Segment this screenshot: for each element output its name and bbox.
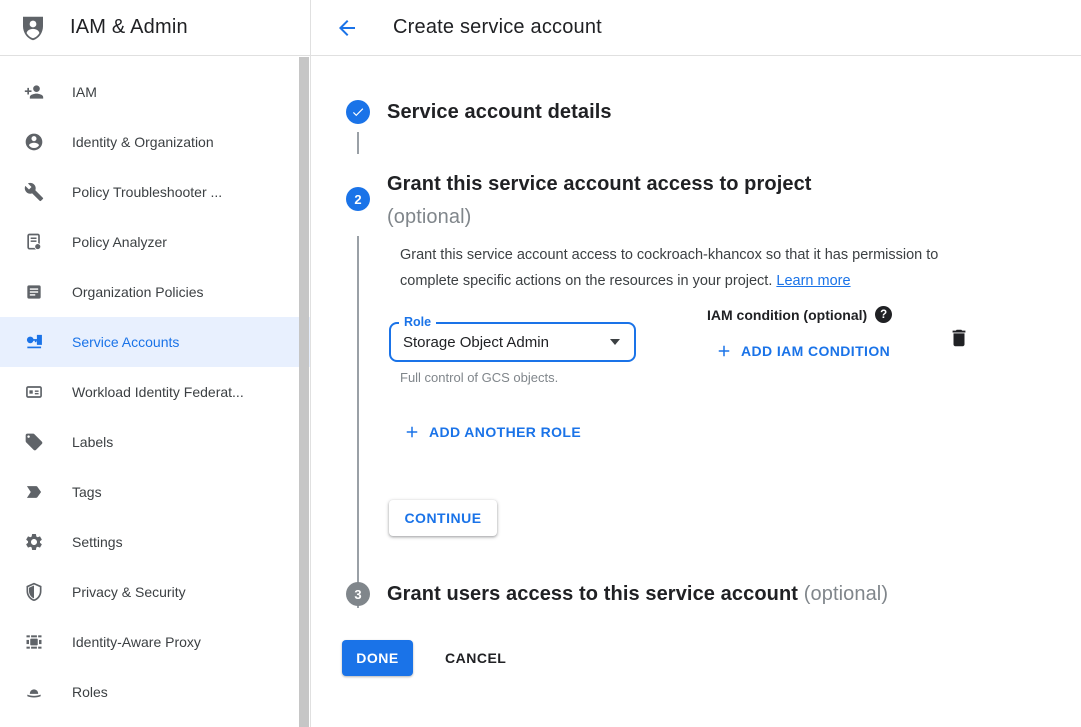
help-icon[interactable]: ?: [875, 306, 892, 323]
step3-number-circle: 3: [346, 582, 370, 606]
app-title: IAM & Admin: [70, 16, 188, 39]
sidebar-item-label: Organization Policies: [72, 284, 204, 300]
roles-hat-icon: [24, 682, 44, 702]
sidebar-item-identity-organization[interactable]: Identity & Organization: [0, 117, 310, 167]
page-title: Create service account: [393, 16, 602, 39]
wrench-icon: [24, 182, 44, 202]
sidebar-item-service-accounts[interactable]: Service Accounts: [0, 317, 310, 367]
step2-number-circle: 2: [346, 187, 370, 211]
done-button[interactable]: DONE: [342, 640, 413, 676]
add-iam-condition-button[interactable]: ADD IAM CONDITION: [715, 342, 890, 360]
sidebar-item-label: IAM: [72, 84, 97, 100]
main-panel: Create service account Service account d…: [311, 0, 1081, 727]
iam-condition-label: IAM condition (optional): [707, 307, 867, 323]
sidebar-item-workload-identity-federation[interactable]: Workload Identity Federat...: [0, 367, 310, 417]
check-icon: [351, 105, 365, 119]
tag-icon: [24, 482, 44, 502]
role-selected-value: Storage Object Admin: [391, 334, 610, 351]
service-accounts-icon: [24, 332, 44, 352]
step2-title-text: Grant this service account access to pro…: [387, 173, 812, 195]
sidebar-item-tags[interactable]: Tags: [0, 467, 310, 517]
iam-admin-shield-icon: [18, 13, 48, 43]
step3-title-text: Grant users access to this service accou…: [387, 583, 798, 605]
sidebar-item-label: Tags: [72, 484, 102, 500]
iam-admin-page: IAM & Admin IAM Identity & Organization …: [0, 0, 1081, 727]
account-circle-icon: [24, 132, 44, 152]
sidebar-header: IAM & Admin: [0, 0, 310, 56]
step3-number: 3: [354, 587, 361, 602]
step1-complete-check-circle: [346, 100, 370, 124]
add-iam-condition-label: ADD IAM CONDITION: [741, 343, 890, 359]
sidebar-scrollbar[interactable]: [299, 57, 309, 727]
step-connector: [357, 236, 359, 608]
role-field-label: Role: [399, 315, 436, 329]
shield-icon: [24, 582, 44, 602]
sidebar-item-label: Labels: [72, 434, 113, 450]
learn-more-link[interactable]: Learn more: [776, 273, 850, 289]
sidebar-item-identity-aware-proxy[interactable]: Identity-Aware Proxy: [0, 617, 310, 667]
back-button[interactable]: [335, 16, 359, 40]
step2-optional-text: (optional): [387, 206, 471, 228]
plus-icon: [715, 342, 733, 360]
role-helper-text: Full control of GCS objects.: [400, 370, 558, 385]
sidebar-item-label: Privacy & Security: [72, 584, 186, 600]
main-header: Create service account: [311, 0, 1081, 56]
sidebar-item-label: Roles: [72, 684, 108, 700]
sidebar-item-label: Policy Analyzer: [72, 234, 167, 250]
back-arrow-icon: [335, 16, 359, 40]
iam-condition-header: IAM condition (optional) ?: [707, 306, 892, 323]
create-service-account-form: Service account details 2 Grant this ser…: [311, 56, 1081, 727]
sidebar-item-label: Settings: [72, 534, 123, 550]
workload-identity-icon: [24, 382, 44, 402]
proxy-icon: [24, 632, 44, 652]
sidebar-item-label: Service Accounts: [72, 334, 179, 350]
label-icon: [24, 432, 44, 452]
sidebar-item-label: Policy Troubleshooter ...: [72, 184, 222, 200]
sidebar-item-privacy-security[interactable]: Privacy & Security: [0, 567, 310, 617]
add-another-role-button[interactable]: ADD ANOTHER ROLE: [403, 423, 581, 441]
sidebar-item-iam[interactable]: IAM: [0, 67, 310, 117]
sidebar: IAM & Admin IAM Identity & Organization …: [0, 0, 311, 727]
step2-title: Grant this service account access to pro…: [387, 168, 1007, 234]
trash-icon: [948, 327, 970, 349]
sidebar-item-roles[interactable]: Roles: [0, 667, 310, 717]
cancel-button[interactable]: CANCEL: [429, 640, 522, 676]
step-connector: [357, 132, 359, 154]
plus-icon: [403, 423, 421, 441]
step1-title: Service account details: [387, 96, 612, 129]
role-select[interactable]: Role Storage Object Admin: [389, 322, 636, 362]
gear-icon: [24, 532, 44, 552]
sidebar-item-settings[interactable]: Settings: [0, 517, 310, 567]
step2-description: Grant this service account access to coc…: [400, 242, 988, 294]
sidebar-item-policy-analyzer[interactable]: Policy Analyzer: [0, 217, 310, 267]
delete-role-button[interactable]: [945, 324, 973, 352]
sidebar-item-policy-troubleshooter[interactable]: Policy Troubleshooter ...: [0, 167, 310, 217]
add-another-role-label: ADD ANOTHER ROLE: [429, 424, 581, 440]
sidebar-item-label: Identity & Organization: [72, 134, 214, 150]
sidebar-item-organization-policies[interactable]: Organization Policies: [0, 267, 310, 317]
person-add-icon: [24, 82, 44, 102]
dropdown-arrow-icon: [610, 339, 620, 345]
sidebar-item-label: Workload Identity Federat...: [72, 384, 244, 400]
step3-optional-text: (optional): [804, 583, 888, 605]
step2-description-text: Grant this service account access to coc…: [400, 247, 938, 289]
sidebar-item-label: Identity-Aware Proxy: [72, 634, 201, 650]
sidebar-item-labels[interactable]: Labels: [0, 417, 310, 467]
step3-title: Grant users access to this service accou…: [387, 578, 1047, 611]
sidebar-nav-list: IAM Identity & Organization Policy Troub…: [0, 56, 310, 717]
organization-policies-icon: [24, 282, 44, 302]
continue-button[interactable]: CONTINUE: [389, 500, 497, 536]
step2-number: 2: [354, 192, 361, 207]
policy-analyzer-icon: [24, 232, 44, 252]
